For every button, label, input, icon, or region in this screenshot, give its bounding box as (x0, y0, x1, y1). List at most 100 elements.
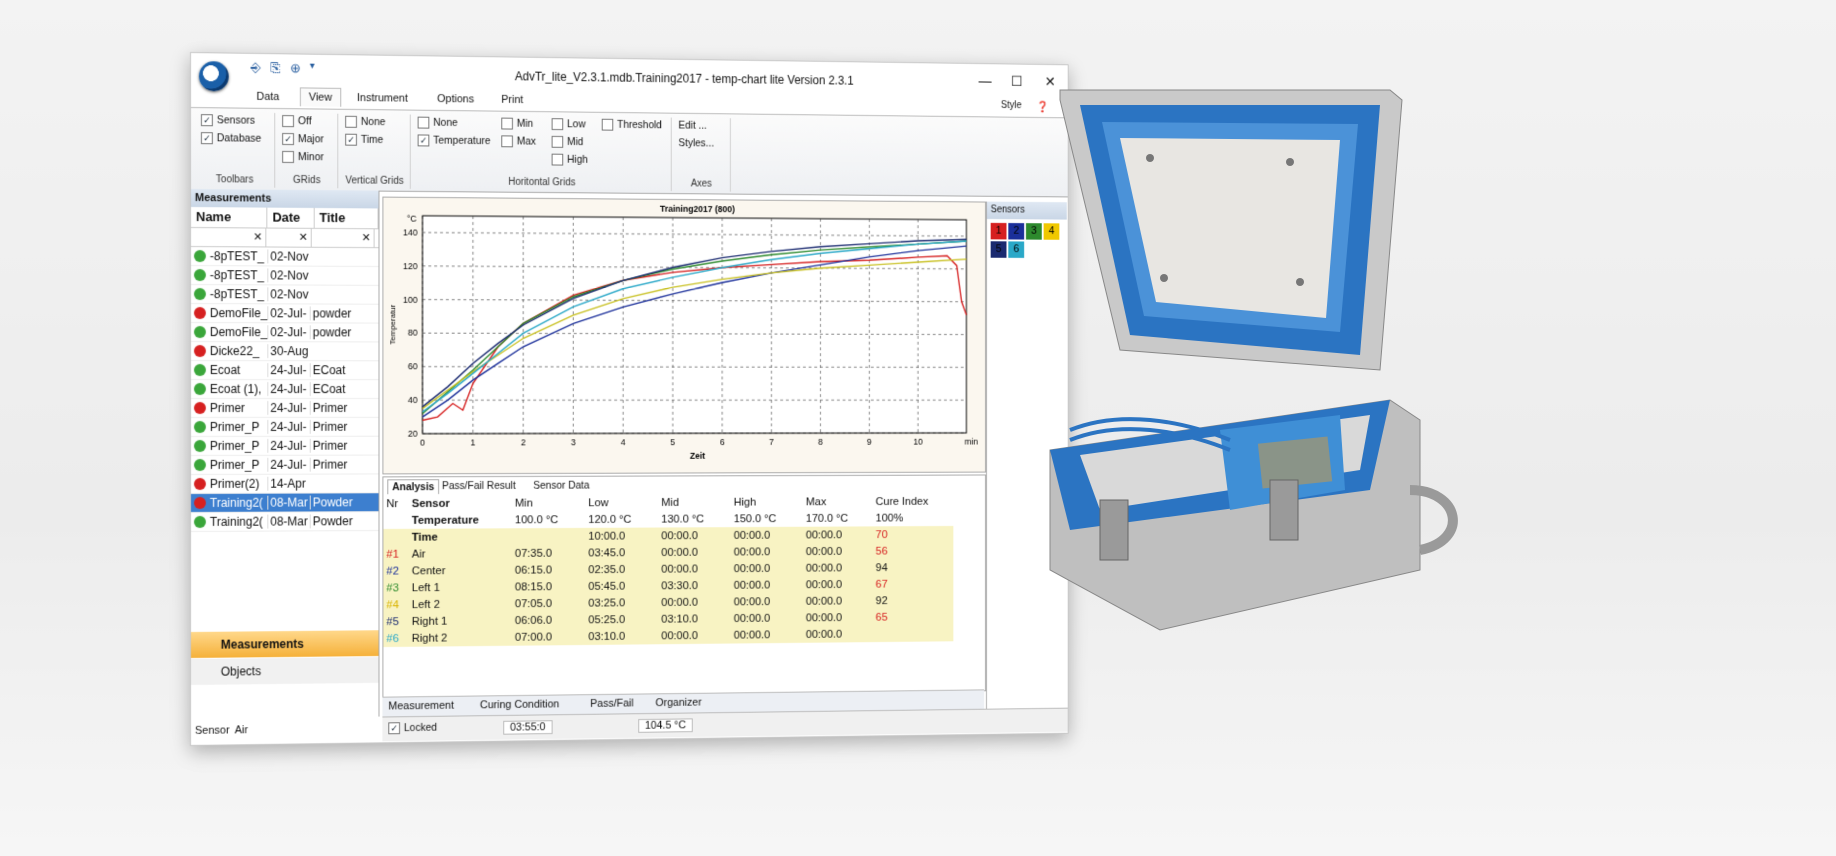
checkbox-label: Low (567, 118, 586, 131)
tab-instrument[interactable]: Instrument (357, 92, 408, 105)
status-dot-icon (193, 515, 206, 528)
sensor-swatch[interactable]: 2 (1008, 223, 1025, 240)
temperature-chart[interactable]: 0 1 2 3 4 5 6 7 8 9 10 20 40 60 80 100 120 140 Training201… (383, 197, 986, 474)
list-item[interactable]: Primer_P 24-Jul- Primer (190, 417, 379, 437)
tab-pass-fail[interactable]: Pass/Fail (590, 698, 633, 710)
checkbox-label: Min (516, 117, 534, 130)
clear-filter-icon[interactable]: ✕ (311, 228, 375, 248)
col-nr: Nr (386, 497, 399, 510)
tab-data[interactable]: Data (256, 91, 279, 103)
checkbox-sensors[interactable]: ✓ Sensors (200, 114, 255, 127)
checkbox-hgrid-threshold[interactable]: Threshold (601, 118, 662, 131)
checkbox-hgrid-max[interactable]: Max (501, 135, 536, 148)
row-date: 02-Jul- (267, 325, 310, 340)
list-item[interactable]: -8pTEST_ 02-Nov (190, 285, 379, 305)
column-header-title[interactable]: Title (314, 207, 379, 229)
tab-print[interactable]: Print (501, 94, 523, 106)
nav-measurements[interactable]: Measurements (190, 630, 379, 658)
row-date: 02-Nov (267, 268, 310, 283)
list-item[interactable]: Training2(08-Mar Powder (190, 493, 379, 513)
list-item[interactable]: Primer(2) 14-Apr (190, 474, 379, 494)
ribbon: ✓ Sensors ✓ Database Toolbars Off ✓ Major M… (190, 107, 1068, 198)
sensor-swatch[interactable]: 5 (990, 241, 1007, 258)
checkbox-hgrid-low[interactable]: Low (551, 118, 586, 131)
checkbox-label: Database (216, 132, 262, 145)
row-name: Primer (209, 400, 245, 415)
row-high: 00:00.0 (730, 609, 803, 627)
row-nr: #2 (383, 562, 409, 580)
sensor-swatch[interactable]: 1 (990, 222, 1007, 240)
checkbox-label: Time (360, 133, 384, 146)
temp-high: 150.0 °C (733, 512, 777, 525)
sensor-swatch[interactable]: 6 (1008, 241, 1025, 258)
checkbox-hgrid-none[interactable]: None (417, 116, 458, 129)
row-date: 14-Apr (267, 476, 310, 491)
tab-pass-fail-result[interactable]: Pass/Fail Result (438, 479, 519, 493)
clear-filter-icon[interactable]: ✕ (266, 228, 312, 247)
sensor-select[interactable]: Air (235, 724, 248, 736)
quick-access-icon[interactable]: ⊕ (290, 60, 301, 76)
checkbox-major[interactable]: ✓ Major (282, 132, 324, 145)
analysis-rows: #1 Air 07:35.0 03:45.0 00:00.0 00:00.0 00:00.0… (383, 542, 954, 648)
quick-access-dropdown-icon[interactable]: ▾ (310, 61, 315, 72)
status-dot-icon (193, 477, 206, 490)
quick-access-icon[interactable]: ⎆ (251, 60, 261, 76)
axes-styles-button[interactable]: Styles... (678, 137, 714, 149)
checkbox-vgrid-none[interactable]: None (345, 115, 385, 128)
tab-curing-condition[interactable]: Curing Condition (480, 698, 559, 711)
status-dot-icon (193, 307, 206, 320)
tab-organizer[interactable]: Organizer (655, 697, 701, 709)
checkbox-vgrid-time[interactable]: ✓ Time (345, 133, 384, 146)
list-item[interactable]: Ecoat 24-Jul- ECoat (190, 361, 379, 381)
checkbox-minor[interactable]: Minor (282, 150, 324, 163)
column-header-date[interactable]: Date (267, 207, 315, 228)
status-dot-icon (193, 326, 206, 339)
list-item[interactable]: Training2(08-Mar Powder (190, 512, 379, 532)
list-item[interactable]: Primer_P 24-Jul- Primer (190, 436, 379, 456)
checkbox-hgrid-temperature[interactable]: ✓ Temperature (417, 134, 491, 147)
locked-checkbox[interactable]: ✓ Locked (388, 722, 437, 735)
row-sensor: Right 1 (408, 612, 512, 630)
edit-axes-button[interactable]: Edit ... (678, 120, 706, 132)
checkbox-hgrid-min[interactable]: Min (501, 117, 534, 130)
x-tick-label: 8 (818, 437, 823, 447)
list-item[interactable]: DemoFile_ 02-Jul-powder (190, 323, 379, 343)
row-title: ECoat (309, 382, 372, 397)
row-min: 06:06.0 (511, 611, 586, 629)
checkbox-database[interactable]: ✓ Database (200, 132, 262, 145)
list-item[interactable]: -8pTEST_ 02-Nov (190, 247, 379, 268)
row-date: 24-Jul- (267, 400, 310, 415)
row-sensor: Left 1 (408, 578, 512, 597)
y-tick-label: 60 (408, 362, 418, 372)
maximize-icon[interactable]: ☐ (1006, 73, 1026, 90)
panel-title: Measurements (190, 189, 379, 209)
list-item[interactable]: Primer_P 24-Jul- Primer (190, 455, 379, 475)
tab-measurement[interactable]: Measurement (388, 700, 454, 713)
style-menu[interactable]: Style (1001, 100, 1022, 111)
minimize-icon[interactable]: — (975, 73, 995, 89)
row-cure: 92 (872, 591, 954, 610)
nav-objects[interactable]: Objects (190, 657, 379, 685)
row-date: 02-Jul- (267, 306, 310, 321)
list-item[interactable]: Primer 24-Jul- Primer (190, 399, 379, 418)
checkbox-off[interactable]: Off (282, 115, 312, 127)
row-sensor: Right 2 (408, 628, 512, 647)
quick-access-icon[interactable]: ⎘ (270, 60, 280, 76)
clear-filter-icon[interactable]: ✕ (190, 228, 267, 247)
list-item[interactable]: DemoFile_ 02-Jul-powder (190, 304, 379, 324)
tab-sensor-data[interactable]: Sensor Data (529, 479, 593, 493)
list-item[interactable]: -8pTEST_ 02-Nov (190, 266, 379, 286)
checkbox-hgrid-high[interactable]: High (551, 153, 588, 166)
col-cure-index: Cure Index (875, 495, 929, 508)
group-label: GRids (293, 174, 321, 187)
temp-mid: 130.0 °C (661, 513, 705, 526)
list-item[interactable]: Dicke22_ 30-Aug (190, 342, 379, 362)
column-header-name[interactable]: Name (190, 207, 268, 228)
row-low: 05:45.0 (585, 577, 659, 595)
tab-view[interactable]: View (299, 87, 341, 107)
plot-area (423, 216, 967, 434)
tab-options[interactable]: Options (437, 93, 474, 105)
list-item[interactable]: Ecoat (1), 24-Jul- ECoat (190, 380, 379, 399)
tab-analysis[interactable]: Analysis (387, 479, 440, 495)
checkbox-hgrid-mid[interactable]: Mid (551, 135, 583, 148)
